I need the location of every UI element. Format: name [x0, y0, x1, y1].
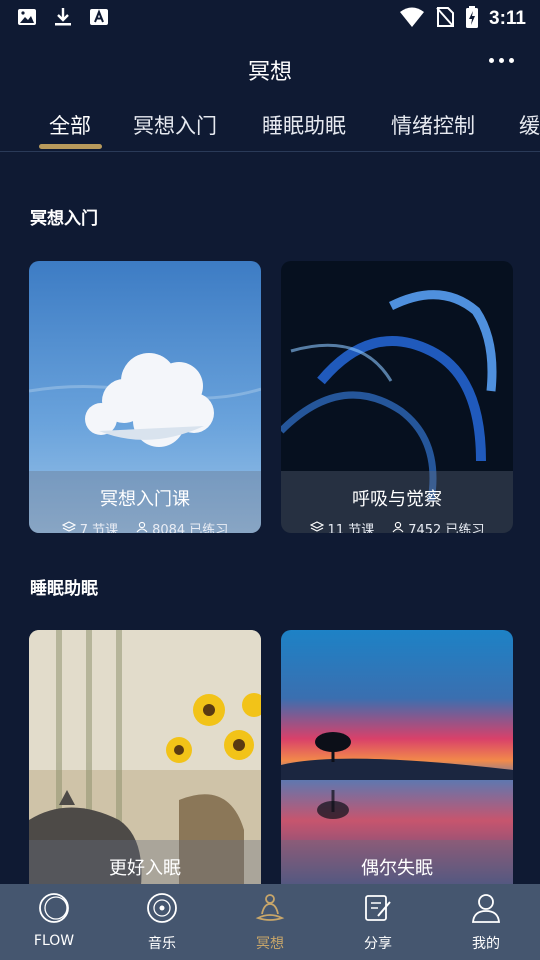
tabs-divider: [0, 151, 540, 152]
section-title: 冥想入门: [30, 209, 98, 229]
layers-icon: [309, 520, 324, 534]
app-header: 冥想: [0, 48, 540, 92]
course-title: 冥想入门课: [100, 489, 190, 510]
lesson-count: 11 节课: [327, 523, 375, 533]
image-icon: [16, 6, 38, 32]
course-card[interactable]: 更好入眠: [29, 630, 261, 902]
nav-music[interactable]: 音乐: [108, 884, 216, 960]
battery-charging-icon: [465, 6, 479, 32]
tab-partial[interactable]: 缓: [519, 110, 540, 140]
nav-label: FLOW: [33, 933, 75, 949]
practice-count: 8084 已练习: [152, 523, 229, 533]
nav-meditation[interactable]: 冥想: [216, 884, 324, 960]
no-sim-icon: [435, 6, 455, 32]
tab-all[interactable]: 全部: [49, 110, 91, 140]
section-title: 睡眠助眠: [30, 579, 98, 599]
page-title: 冥想: [247, 60, 292, 85]
tab-meditation-intro[interactable]: 冥想入门: [133, 110, 217, 140]
nav-label: 冥想: [256, 936, 284, 952]
nav-share[interactable]: 分享: [324, 884, 432, 960]
flow-icon: [38, 892, 70, 924]
bottom-navigation: FLOW 音乐 冥想 分享 我的: [0, 884, 540, 960]
card-caption: 冥想入门课 7 节课 8084 已练习: [29, 471, 261, 533]
tab-emotion[interactable]: 情绪控制: [391, 110, 475, 140]
status-time: 3:11: [489, 8, 526, 29]
more-options-icon[interactable]: [489, 58, 514, 63]
font-icon: [88, 6, 110, 32]
vinyl-icon: [146, 892, 178, 924]
nav-profile[interactable]: 我的: [432, 884, 540, 960]
course-card[interactable]: 偶尔失眠: [281, 630, 513, 902]
status-bar: 3:11: [0, 0, 540, 36]
person-icon: [136, 521, 148, 534]
tab-sleep[interactable]: 睡眠助眠: [262, 110, 346, 140]
course-card[interactable]: 呼吸与觉察 11 节课 7452 已练习: [281, 261, 513, 533]
person-icon: [392, 521, 404, 534]
nav-label: 分享: [364, 936, 392, 952]
download-icon: [52, 6, 74, 32]
course-meta: 11 节课 7452 已练习: [281, 519, 513, 533]
nav-flow[interactable]: FLOW: [0, 884, 108, 960]
nav-label: 音乐: [148, 936, 176, 952]
course-title: 偶尔失眠: [361, 858, 433, 879]
active-tab-indicator: [39, 144, 102, 149]
course-meta: 7 节课 8084 已练习: [29, 519, 261, 533]
practice-count: 7452 已练习: [408, 523, 485, 533]
course-title: 呼吸与觉察: [352, 489, 442, 510]
nav-label: 我的: [472, 936, 500, 952]
card-caption: 呼吸与觉察 11 节课 7452 已练习: [281, 471, 513, 533]
user-icon: [470, 892, 502, 924]
layers-icon: [61, 520, 77, 534]
meditation-icon: [254, 892, 286, 924]
course-card[interactable]: 冥想入门课 7 节课 8084 已练习: [29, 261, 261, 533]
lesson-count: 7 节课: [79, 523, 119, 533]
course-title: 更好入眠: [109, 858, 181, 879]
note-edit-icon: [362, 892, 394, 924]
wifi-icon: [399, 6, 425, 32]
